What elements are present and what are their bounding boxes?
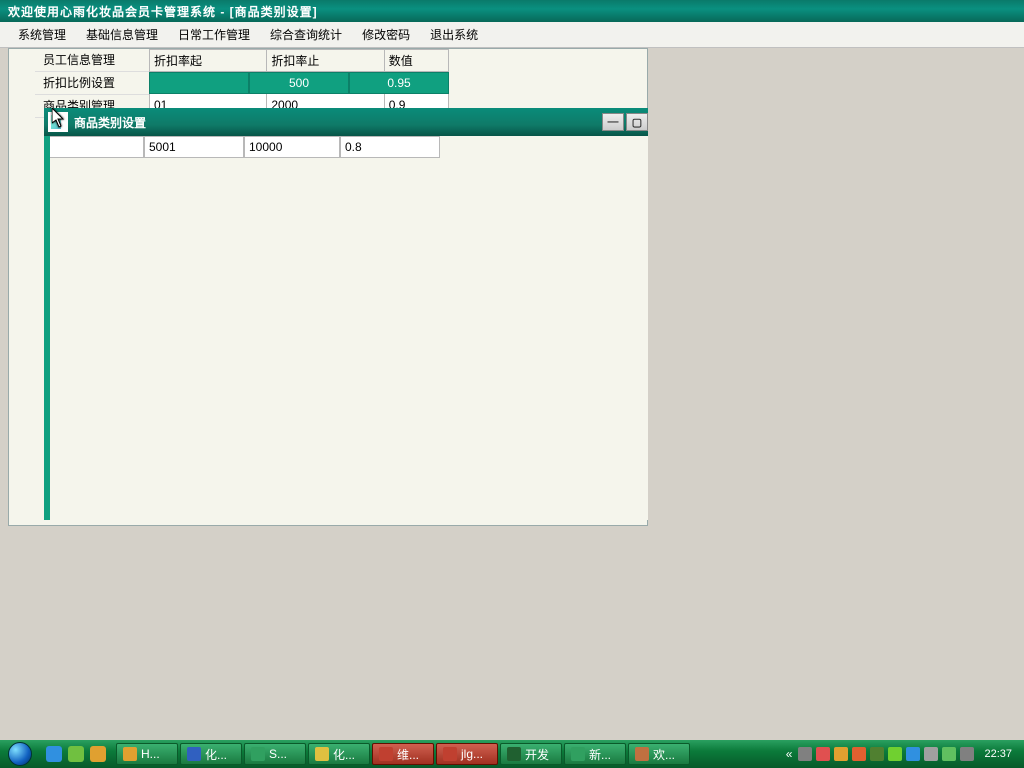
task-label: 化... [205, 746, 227, 763]
menu-system[interactable]: 系统管理 [8, 22, 76, 47]
taskbar-task-button[interactable]: 欢... [628, 743, 690, 765]
ql-icon[interactable] [90, 746, 106, 762]
task-label: 开发 [525, 746, 549, 763]
taskbar-task-button[interactable]: 化... [308, 743, 370, 765]
taskbar-task-button[interactable]: H... [116, 743, 178, 765]
task-label: S... [269, 747, 287, 761]
tray-icon[interactable] [924, 747, 938, 761]
taskbar-task-button[interactable]: 新... [564, 743, 626, 765]
menu-exit[interactable]: 退出系统 [420, 22, 488, 47]
app-title: 欢迎使用心雨化妆品会员卡管理系统 - [商品类别设置] [8, 3, 318, 20]
task-label: 欢... [653, 746, 675, 763]
task-app-icon [251, 747, 265, 761]
cell-end[interactable]: 10000 [244, 136, 340, 158]
task-app-icon [123, 747, 137, 761]
category-window-body: 5001 10000 0.8 [44, 136, 648, 520]
system-tray: « 22:37 [784, 747, 1024, 761]
windows-logo-icon [8, 742, 32, 766]
start-button[interactable] [0, 740, 40, 768]
app-titlebar: 欢迎使用心雨化妆品会员卡管理系统 - [商品类别设置] [0, 0, 1024, 22]
tray-icon[interactable] [960, 747, 974, 761]
ql-icon[interactable] [46, 746, 62, 762]
taskbar-task-button[interactable]: 开发 [500, 743, 562, 765]
grid-header-row: 折扣率起 折扣率止 数值 [150, 50, 449, 72]
minimize-button[interactable]: — [602, 113, 624, 131]
tray-icon[interactable] [798, 747, 812, 761]
taskbar-task-button[interactable]: 化... [180, 743, 242, 765]
grid-header-end: 折扣率止 [267, 50, 384, 72]
task-buttons: H... 化... S... 化... 维... jlg... 开发 新... 欢... [112, 743, 690, 765]
menubar: 系统管理 基础信息管理 日常工作管理 综合查询统计 修改密码 退出系统 [0, 22, 1024, 48]
menu-query[interactable]: 综合查询统计 [260, 22, 352, 47]
task-label: 新... [589, 746, 611, 763]
task-app-icon [507, 747, 521, 761]
cell-id[interactable] [50, 136, 144, 158]
menu-daily[interactable]: 日常工作管理 [168, 22, 260, 47]
category-window-titlebar[interactable]: 商品类别设置 — ▢ [44, 108, 648, 136]
maximize-button[interactable]: ▢ [626, 113, 648, 131]
taskbar-clock[interactable]: 22:37 [978, 748, 1018, 760]
taskbar: H... 化... S... 化... 维... jlg... 开发 新... 欢... « 22… [0, 740, 1024, 768]
cell-start[interactable]: 5001 [144, 136, 244, 158]
tray-icon[interactable] [834, 747, 848, 761]
task-label: H... [141, 747, 160, 761]
quick-launch [40, 746, 112, 762]
tray-icon[interactable] [888, 747, 902, 761]
menu-password[interactable]: 修改密码 [352, 22, 420, 47]
grid-header-value: 数值 [384, 50, 448, 72]
grid-header-start: 折扣率起 [150, 50, 267, 72]
task-label: jlg... [461, 747, 483, 761]
tray-icon[interactable] [906, 747, 920, 761]
tray-icon[interactable] [942, 747, 956, 761]
task-app-icon [315, 747, 329, 761]
task-app-icon [379, 747, 393, 761]
mdi-workspace: 员工信息管理 折扣比例设置 商品类别管理 折扣率起 折扣率止 数值 500 0.… [0, 48, 1024, 740]
tray-icon[interactable] [870, 747, 884, 761]
grid-row-selected-overlay[interactable]: 500 0.95 [149, 72, 449, 94]
task-app-icon [635, 747, 649, 761]
menu-baseinfo[interactable]: 基础信息管理 [76, 22, 168, 47]
category-window: 商品类别设置 — ▢ 5001 10000 0.8 [44, 108, 648, 520]
task-app-icon [443, 747, 457, 761]
taskbar-task-button[interactable]: jlg... [436, 743, 498, 765]
taskbar-task-button[interactable]: 维... [372, 743, 434, 765]
cell-value[interactable]: 0.8 [340, 136, 440, 158]
side-item-discount[interactable]: 折扣比例设置 [35, 72, 149, 95]
ql-icon[interactable] [68, 746, 84, 762]
category-window-title: 商品类别设置 [74, 114, 146, 131]
task-app-icon [571, 747, 585, 761]
tray-icon[interactable] [816, 747, 830, 761]
tray-overflow-icon[interactable]: « [784, 747, 795, 761]
category-row[interactable]: 5001 10000 0.8 [50, 136, 648, 158]
window-icon [48, 112, 68, 132]
tray-icon[interactable] [852, 747, 866, 761]
task-label: 化... [333, 746, 355, 763]
side-item-staff[interactable]: 员工信息管理 [35, 49, 149, 72]
task-app-icon [187, 747, 201, 761]
taskbar-task-button[interactable]: S... [244, 743, 306, 765]
task-label: 维... [397, 746, 419, 763]
